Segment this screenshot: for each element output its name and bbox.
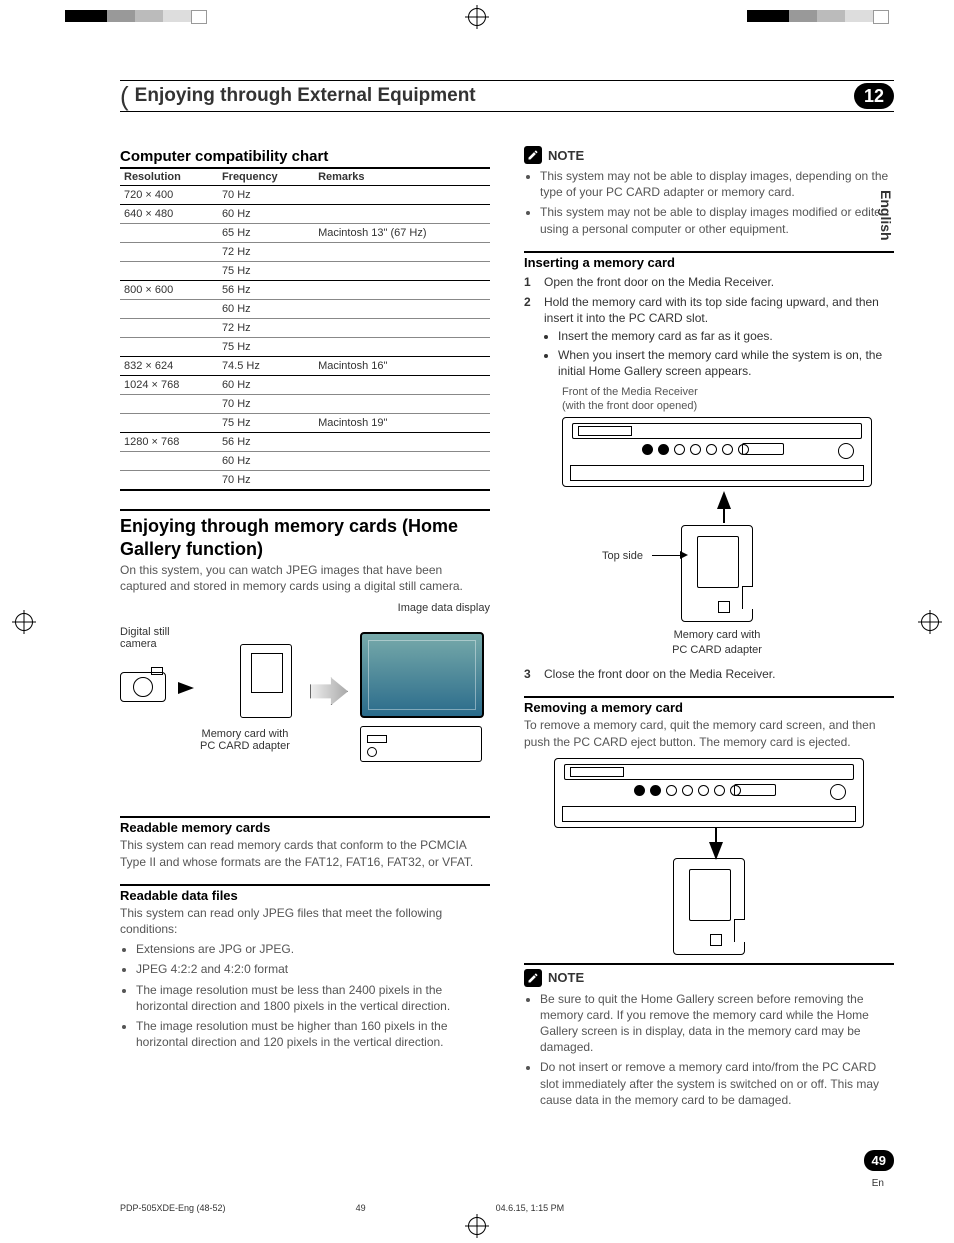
camera-icon <box>120 672 168 702</box>
media-receiver-icon <box>360 726 482 762</box>
footer-doc: PDP-505XDE-Eng (48-52) <box>120 1203 226 1213</box>
display-label: Image data display <box>120 602 490 614</box>
chapter-header: ( Enjoying through External Equipment 12 <box>120 80 894 112</box>
readable-cards-heading: Readable memory cards <box>120 816 490 835</box>
inserting-heading: Inserting a memory card <box>524 251 894 270</box>
list-item: The image resolution must be higher than… <box>136 1018 490 1050</box>
top-side-label: Top side <box>602 549 643 564</box>
note-list: Be sure to quit the Home Gallery screen … <box>524 991 894 1108</box>
step-item: Hold the memory card with its top side f… <box>524 294 894 658</box>
note-label: NOTE <box>548 970 584 985</box>
step-item: Open the front door on the Media Receive… <box>524 274 894 290</box>
compat-table: Resolution Frequency Remarks 720 × 40070… <box>120 167 490 491</box>
list-item: This system may not be able to display i… <box>540 204 894 236</box>
page-number-lang: En <box>872 1178 884 1189</box>
chapter-number: 12 <box>854 83 894 109</box>
card-adapter-label: Memory card with PC CARD adapter <box>562 628 872 658</box>
card-label: Memory card with PC CARD adapter <box>200 728 290 752</box>
removing-heading: Removing a memory card <box>524 696 894 715</box>
compat-heading: Computer compatibility chart <box>120 146 490 165</box>
list-item: Do not insert or remove a memory card in… <box>540 1059 894 1108</box>
pencil-note-icon <box>524 146 542 164</box>
media-receiver-front-icon <box>562 417 872 487</box>
note-header: NOTE <box>524 146 894 164</box>
media-receiver-front-icon <box>554 758 864 828</box>
registration-mark-icon <box>15 613 33 631</box>
arrow-right-icon <box>178 682 194 694</box>
readable-files-heading: Readable data files <box>120 884 490 903</box>
readable-files-para: This system can read only JPEG files tha… <box>120 905 490 937</box>
registration-mark-icon <box>468 8 486 26</box>
list-item: Extensions are JPG or JPEG. <box>136 941 490 957</box>
arrow-up-icon <box>717 491 731 509</box>
left-column: Computer compatibility chart Resolution … <box>120 146 490 1116</box>
note-list: This system may not be able to display i… <box>524 168 894 237</box>
list-item: Insert the memory card as far as it goes… <box>558 328 894 344</box>
receiver-caption: Front of the Media Receiver (with the fr… <box>562 385 894 414</box>
pc-card-adapter-icon <box>677 525 757 622</box>
removing-para: To remove a memory card, quit the memory… <box>524 717 894 749</box>
list-item: JPEG 4:2:2 and 4:2:0 format <box>136 961 490 977</box>
pencil-note-icon <box>524 969 542 987</box>
camera-label: Digital still camera <box>120 626 170 650</box>
language-tab: English <box>878 190 894 241</box>
footer-page: 49 <box>356 1203 366 1213</box>
footer: PDP-505XDE-Eng (48-52) 49 04.6.15, 1:15 … <box>120 1203 894 1213</box>
th-remarks: Remarks <box>314 168 490 186</box>
registration-mark-icon <box>921 613 939 631</box>
bracket-icon: ( <box>120 85 129 107</box>
right-column: NOTE This system may not be able to disp… <box>524 146 894 1116</box>
step-item: Close the front door on the Media Receiv… <box>524 666 894 682</box>
th-frequency: Frequency <box>218 168 314 186</box>
page-number-badge: 49 <box>864 1150 894 1171</box>
list-item: This system may not be able to display i… <box>540 168 894 200</box>
home-gallery-heading: Enjoying through memory cards (Home Gall… <box>120 509 490 560</box>
note-label: NOTE <box>548 148 584 163</box>
readable-files-list: Extensions are JPG or JPEG. JPEG 4:2:2 a… <box>120 941 490 1050</box>
th-resolution: Resolution <box>120 168 218 186</box>
list-item: Be sure to quit the Home Gallery screen … <box>540 991 894 1056</box>
chapter-title: Enjoying through External Equipment <box>135 85 854 107</box>
home-gallery-para: On this system, you can watch JPEG image… <box>120 562 490 594</box>
pc-card-icon <box>240 644 296 718</box>
big-arrow-right-icon <box>310 677 348 705</box>
pc-card-adapter-icon <box>669 858 749 955</box>
list-item: The image resolution must be less than 2… <box>136 982 490 1014</box>
registration-mark-icon <box>468 1217 486 1235</box>
remove-card-illustration <box>524 758 894 955</box>
list-item: When you insert the memory card while th… <box>558 347 894 379</box>
insert-card-illustration: Top side Memory card with PC CARD adapte… <box>562 417 894 658</box>
footer-date: 04.6.15, 1:15 PM <box>496 1203 565 1213</box>
note-header: NOTE <box>524 963 894 987</box>
readable-cards-para: This system can read memory cards that c… <box>120 837 490 869</box>
display-tv-icon <box>360 632 484 718</box>
insert-steps: Open the front door on the Media Receive… <box>524 274 894 683</box>
camera-card-display-illustration: Digital still camera Memory card with PC… <box>120 622 490 802</box>
